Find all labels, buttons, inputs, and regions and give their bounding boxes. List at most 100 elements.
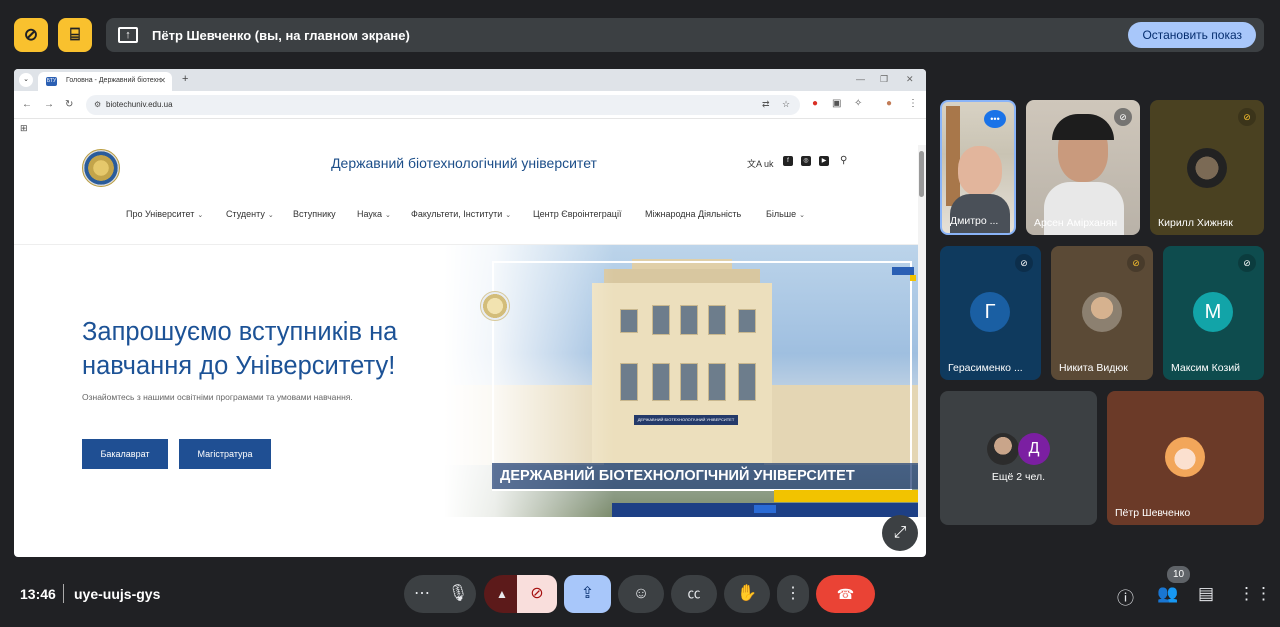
fullscreen-expand-icon[interactable]: ⤢ [882, 515, 918, 551]
minimize-icon[interactable]: — [856, 74, 865, 84]
bookmark-star-icon[interactable]: ☆ [782, 99, 790, 110]
youtube-icon[interactable]: ▶ [819, 156, 829, 166]
mic-off-icon: ⊘ [1114, 108, 1132, 126]
captions-icon[interactable]: ㏄ [671, 575, 717, 613]
browser-menu-icon[interactable]: ⋮ [908, 98, 918, 109]
language-switcher[interactable]: 文A uk [747, 157, 774, 170]
bachelor-button[interactable]: Бакалаврат [82, 439, 168, 469]
participant-tile[interactable]: М ⊘ Максим Козий [1163, 246, 1264, 380]
university-logo[interactable] [82, 149, 120, 187]
current-time: 13:46 [20, 586, 56, 602]
translate-lang-icon: 文A [747, 159, 762, 169]
stop-presenting-button[interactable]: Остановить показ [1128, 22, 1256, 48]
participant-name: Пётр Шевченко [1115, 507, 1191, 519]
chevron-down-icon: ⌄ [799, 212, 805, 219]
browser-tab[interactable]: БТУ Головна - Державний біотехн ✕ [38, 72, 172, 91]
forward-icon[interactable]: → [44, 99, 54, 110]
close-window-icon[interactable]: ✕ [906, 74, 914, 85]
participant-name: Герасименко ... [948, 362, 1023, 374]
scrollbar-thumb[interactable] [919, 151, 924, 197]
chat-icon[interactable]: ▤ [1198, 584, 1214, 604]
participant-name: Максим Козий [1171, 362, 1241, 374]
nav-item-applicants[interactable]: Вступнику [293, 209, 336, 219]
participant-body [950, 194, 1010, 233]
nav-item-international[interactable]: Міжнародна Діяльність [645, 209, 741, 219]
emoji-reaction-icon[interactable]: ☺ [618, 575, 664, 613]
participant-tile[interactable]: ⊘ Никита Видюк [1051, 246, 1153, 380]
participant-tile[interactable]: ⊘ Кирилл Хижняк [1150, 100, 1264, 235]
blue-accent [892, 267, 914, 275]
participant-tile-self[interactable]: Пётр Шевченко [1107, 391, 1264, 525]
yellow-stripe [774, 490, 918, 502]
end-call-icon[interactable]: ☎ [816, 575, 875, 613]
present-to-all-icon: ↑ [118, 27, 138, 43]
participant-avatar: Д [1018, 433, 1050, 465]
chevron-up-icon[interactable]: ▲ [484, 575, 520, 613]
nav-item-science[interactable]: Наука ⌄ [357, 209, 391, 219]
participant-avatar [1082, 292, 1122, 332]
activities-grid-icon[interactable]: ⋮⋮ [1238, 584, 1272, 604]
back-icon[interactable]: ← [22, 99, 32, 110]
extension-icon[interactable]: ▣ [832, 98, 841, 109]
mic-off-icon: ⊘ [1015, 254, 1033, 272]
address-bar[interactable]: ⚙ biotechuniv.edu.ua ⇄ ☆ [86, 95, 800, 115]
instagram-icon[interactable]: ◎ [801, 156, 811, 166]
bottom-controls: 13:46 uye-uujs-gys ⋯ 🎙 ▲ ⊘ ⇪ ☺ ㏄ ✋ ⋮ ☎ ⓘ… [0, 565, 1280, 627]
opera-extension-icon[interactable]: ● [812, 98, 818, 109]
participant-avatar: Г [970, 292, 1010, 332]
people-icon[interactable]: 👥 [1157, 584, 1178, 604]
yellow-accent [910, 275, 916, 281]
hero-section: ДЕРЖАВНИЙ БІОТЕХНОЛОГІЧНИЙ УНІВЕРСИТЕТ Д… [14, 245, 918, 517]
tab-search-icon[interactable]: ⌄ [19, 73, 33, 87]
participant-name: Арсен Амірханян [1034, 217, 1118, 229]
master-button[interactable]: Магістратура [179, 439, 271, 469]
participant-avatar [1165, 437, 1205, 477]
profile-avatar-icon[interactable]: ● [886, 98, 892, 109]
chevron-down-icon: ⌄ [267, 212, 274, 219]
search-icon[interactable]: ⚲ [840, 155, 847, 166]
reload-icon[interactable]: ↻ [65, 99, 73, 110]
extensions-puzzle-icon[interactable]: ✧ [854, 98, 862, 109]
hero-subtitle: Ознайомтесь з нашими освітніми програмам… [82, 392, 353, 402]
hero-image: ДЕРЖАВНИЙ БІОТЕХНОЛОГІЧНИЙ УНІВЕРСИТЕТ Д… [444, 245, 918, 517]
mic-off-icon: ⊘ [1127, 254, 1145, 272]
apps-grid-icon[interactable]: ⊞ [20, 123, 28, 134]
participant-tile[interactable]: Г ⊘ Герасименко ... [940, 246, 1041, 380]
hero-emblem [480, 291, 510, 321]
raise-hand-icon[interactable]: ✋ [724, 575, 770, 613]
more-options-icon[interactable]: ⋮ [777, 575, 809, 613]
speaking-indicator-icon: ••• [984, 110, 1006, 128]
hero-heading: Запрошуємо вступників на навчання до Уні… [82, 318, 398, 380]
translate-icon[interactable]: ⇄ [762, 99, 770, 110]
divider [63, 584, 64, 603]
participant-tile[interactable]: ⊘ Арсен Амірханян [1026, 100, 1140, 235]
mic-off-icon: ⊘ [1238, 254, 1256, 272]
more-audio-options-icon[interactable]: ⋯ [404, 575, 440, 613]
participant-avatar [1187, 148, 1227, 188]
door-icon[interactable]: ⌸ [58, 18, 92, 52]
facebook-icon[interactable]: f [783, 156, 793, 166]
nav-item-more[interactable]: Більше ⌄ [766, 209, 805, 219]
new-tab-icon[interactable]: + [182, 73, 188, 85]
scrollbar-track[interactable] [918, 145, 926, 517]
microphone-icon[interactable]: 🎙 [440, 575, 476, 613]
screen-share-off-icon[interactable]: ⊘ [14, 18, 48, 52]
chevron-down-icon: ⌄ [505, 212, 512, 219]
browser-tabstrip: ⌄ БТУ Головна - Державний біотехн ✕ + — … [14, 69, 926, 91]
present-screen-icon[interactable]: ⇪ [564, 575, 611, 613]
participant-tile[interactable]: ••• Дмитро ... [940, 100, 1016, 235]
camera-off-icon[interactable]: ⊘ [517, 575, 557, 613]
participant-tile-overflow[interactable]: Д Ещё 2 чел. [940, 391, 1097, 525]
restore-icon[interactable]: ❐ [880, 74, 888, 85]
chevron-down-icon: ⌄ [385, 212, 391, 219]
nav-item-students[interactable]: Студенту ⌄ [226, 209, 274, 219]
nav-item-faculties[interactable]: Факультети, Інститути ⌄ [411, 209, 511, 219]
nav-item-about[interactable]: Про Університет ⌄ [126, 209, 203, 219]
nav-item-eurointegration[interactable]: Центр Євроінтеграції [533, 209, 621, 219]
meeting-info-icon[interactable]: ⓘ [1117, 584, 1134, 609]
site-title[interactable]: Державний біотехнологічний університет [224, 155, 704, 171]
browser-toolbar: ← → ↻ ⚙ biotechuniv.edu.ua ⇄ ☆ ● ▣ ✧ ● ⋮ [14, 91, 926, 119]
close-tab-icon[interactable]: ✕ [159, 76, 166, 85]
participant-avatar: М [1193, 292, 1233, 332]
site-info-icon[interactable]: ⚙ [94, 100, 101, 109]
